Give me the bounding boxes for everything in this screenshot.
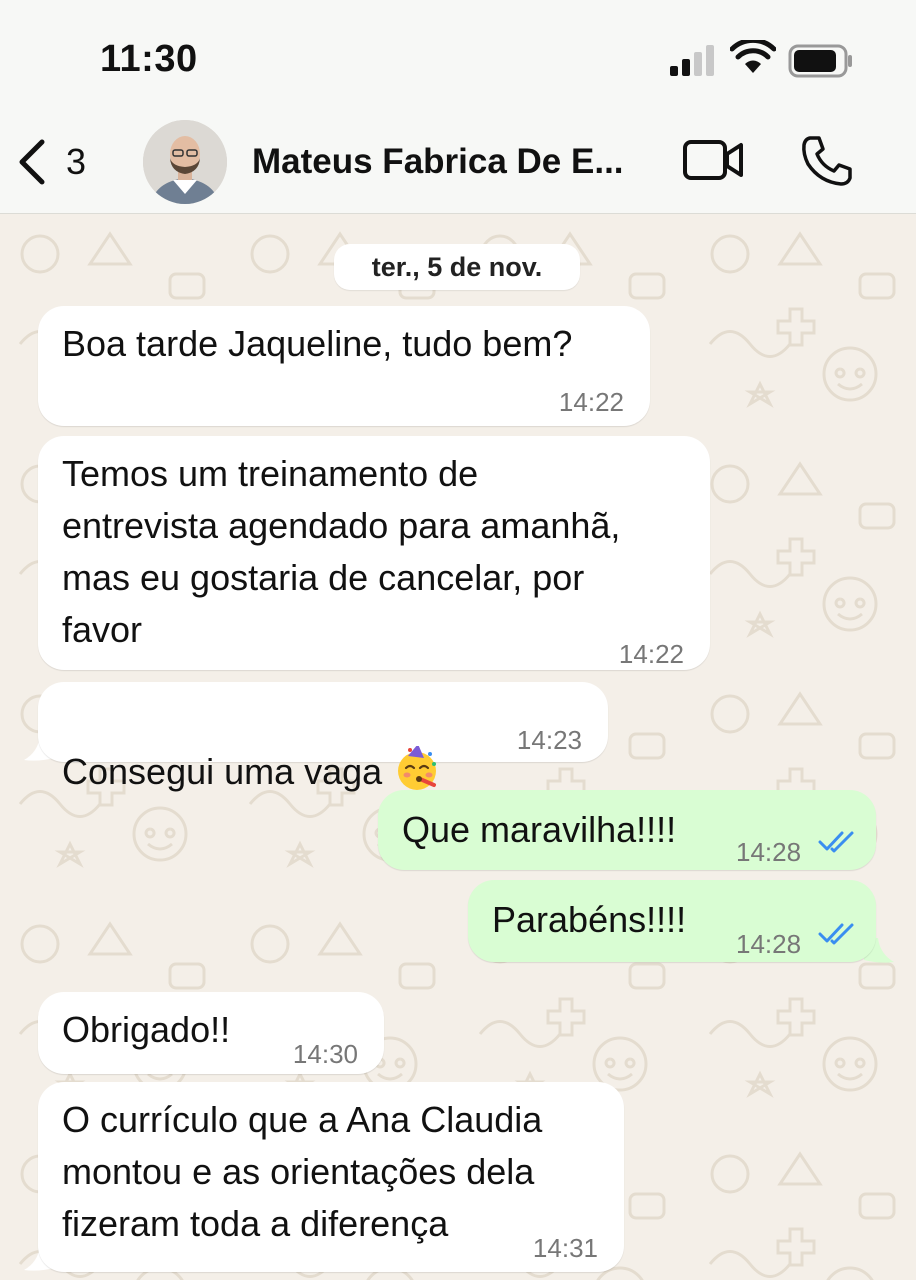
date-separator: ter., 5 de nov. [334, 244, 580, 290]
signal-icon [670, 45, 714, 76]
back-button[interactable]: 3 [14, 134, 114, 190]
message-text: O currículo que a Ana Claudia montou e a… [62, 1099, 543, 1244]
message-text: Obrigado!! [62, 1009, 231, 1050]
avatar[interactable] [143, 120, 227, 204]
double-check-icon [818, 831, 854, 853]
unread-count: 3 [66, 141, 87, 182]
partying-face-emoji [398, 746, 437, 790]
message-time: 14:31 [532, 1233, 598, 1263]
message-text: Temos um treinamento de entrevista agend… [62, 453, 621, 650]
chat-header: 3 Mateus Fabrica De E... [0, 112, 916, 214]
double-check-icon [818, 923, 854, 945]
message-time: 14:28 [736, 837, 802, 867]
status-time: 11:30 [100, 38, 198, 80]
status-bar: 11:30 [0, 0, 916, 112]
contact-name[interactable]: Mateus Fabrica De E... [252, 142, 662, 182]
message-text: Que maravilha!!!! [402, 809, 677, 850]
message-time: 14:28 [736, 929, 802, 959]
wifi-icon [730, 40, 776, 73]
video-call-icon[interactable] [682, 138, 746, 182]
message-incoming[interactable]: Boa tarde Jaqueline, tudo bem? 14:22 [38, 306, 650, 426]
message-time: 14:22 [558, 387, 624, 417]
message-text: Boa tarde Jaqueline, tudo bem? [62, 323, 573, 364]
message-incoming[interactable]: Consegui uma vaga 14:23 [38, 682, 608, 792]
message-incoming[interactable]: O currículo que a Ana Claudia montou e a… [38, 1082, 624, 1272]
battery-icon [788, 44, 852, 78]
back-chevron-icon [19, 139, 45, 185]
message-incoming[interactable]: Obrigado!! 14:30 [38, 992, 384, 1074]
message-outgoing[interactable]: Que maravilha!!!! 14:28 [378, 790, 876, 870]
message-body: Consegui uma vaga [62, 694, 440, 798]
avatar-photo [143, 120, 227, 204]
chat-area[interactable]: ter., 5 de nov. Boa tarde Jaqueline, tud… [0, 214, 916, 1280]
message-outgoing[interactable]: Parabéns!!!! 14:28 [468, 880, 876, 962]
message-time: 14:22 [618, 639, 684, 669]
message-incoming[interactable]: Temos um treinamento de entrevista agend… [38, 436, 710, 670]
message-text: Consegui uma vaga [62, 751, 383, 792]
message-text: Parabéns!!!! [492, 899, 687, 940]
phone-icon[interactable] [800, 134, 854, 188]
message-time: 14:23 [516, 725, 582, 755]
message-time: 14:30 [292, 1039, 358, 1069]
